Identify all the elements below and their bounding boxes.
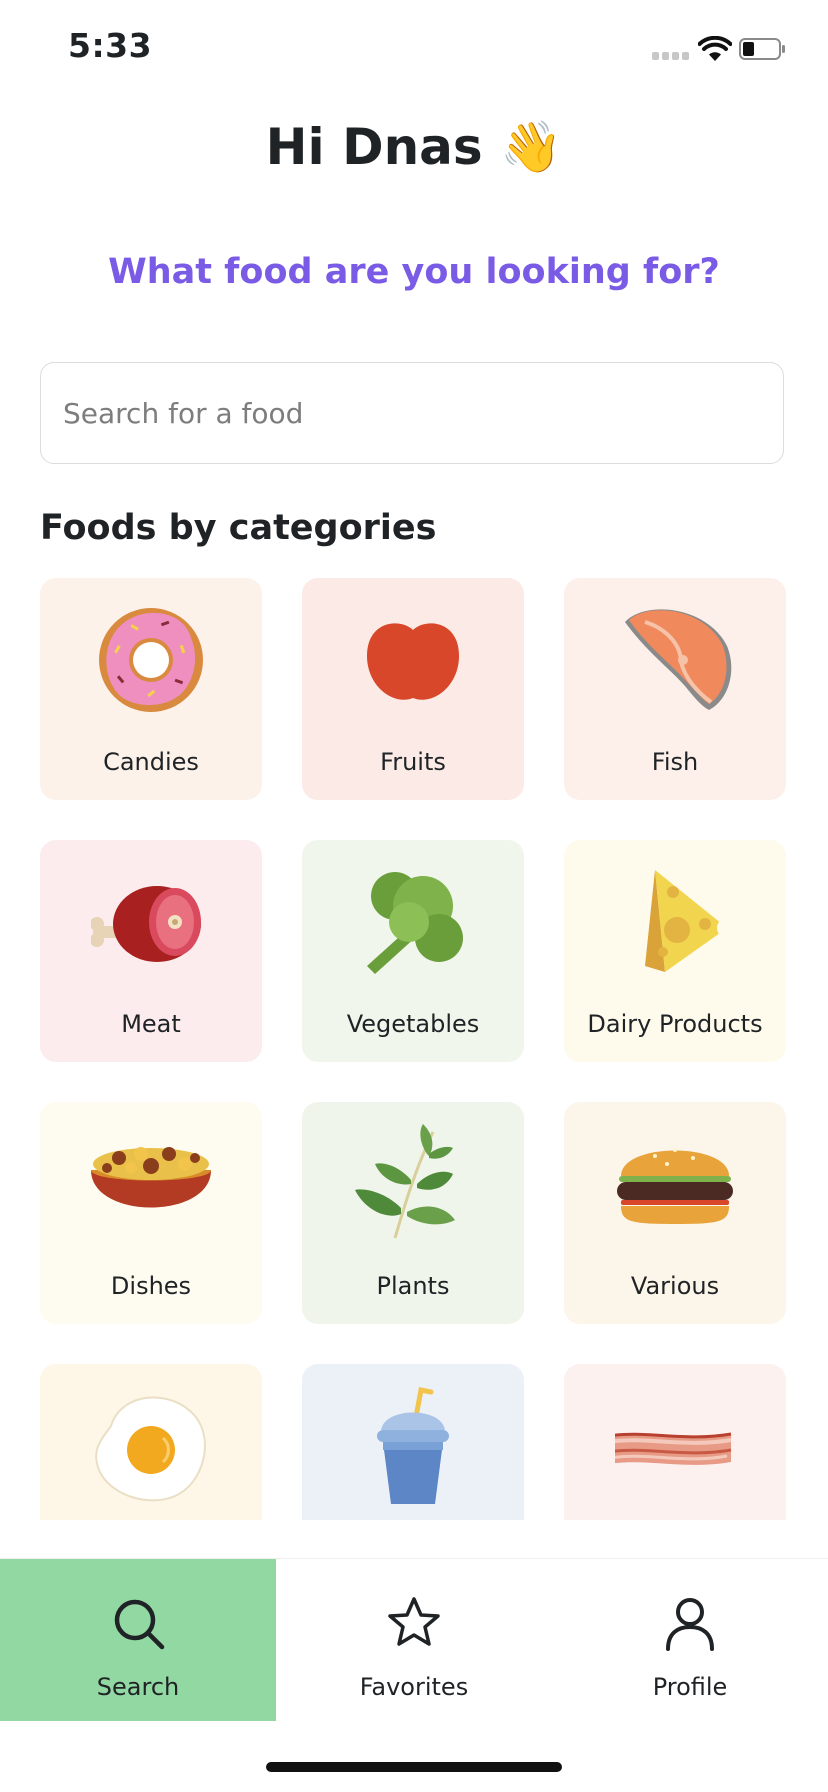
category-label: Meat — [121, 1010, 181, 1038]
tab-profile[interactable]: Profile — [552, 1559, 828, 1721]
status-time: 5:33 — [68, 26, 153, 65]
category-grid[interactable]: Candies Fruits Fish Meat Vegetables Dair… — [0, 578, 828, 1520]
status-bar: 5:33 — [0, 0, 828, 100]
category-card-eggs[interactable] — [40, 1364, 262, 1520]
category-card-vegetables[interactable]: Vegetables — [302, 840, 524, 1062]
category-label: Dairy Products — [587, 1010, 763, 1038]
user-icon — [666, 1598, 714, 1651]
category-label: Various — [630, 1272, 720, 1300]
bowl-dish-icon — [91, 1147, 211, 1208]
search-field[interactable] — [40, 362, 784, 464]
category-label: Dishes — [110, 1272, 192, 1300]
star-icon — [388, 1597, 440, 1646]
apple-icon — [367, 623, 459, 700]
search-prompt: What food are you looking for? — [108, 252, 720, 292]
category-card-plants[interactable]: Plants — [302, 1102, 524, 1324]
broccoli-icon — [367, 872, 463, 974]
category-card-fruits[interactable]: Fruits — [302, 578, 524, 800]
category-card-dairy-products[interactable]: Dairy Products — [564, 840, 786, 1062]
category-label: Candies — [103, 748, 199, 776]
fried-egg-icon — [95, 1396, 206, 1502]
salmon-steak-icon — [625, 609, 732, 710]
bottom-tab-bar: Search Favorites Profile — [0, 1558, 828, 1721]
category-card-fish[interactable]: Fish — [564, 578, 786, 800]
category-label: Vegetables — [346, 1010, 480, 1038]
tab-label: Profile — [652, 1673, 728, 1701]
burger-icon — [617, 1148, 733, 1224]
tab-favorites[interactable]: Favorites — [276, 1559, 552, 1721]
tab-search[interactable]: Search — [0, 1559, 276, 1721]
cellular-signal-icon — [652, 52, 690, 62]
tab-label: Favorites — [359, 1673, 469, 1701]
greeting-title: Hi Dnas 👋 — [265, 118, 563, 176]
category-label: Fruits — [380, 748, 446, 776]
category-card-bacon[interactable] — [564, 1364, 786, 1520]
home-indicator[interactable] — [266, 1762, 562, 1772]
category-label: Fish — [651, 748, 699, 776]
wifi-icon — [698, 36, 732, 61]
donut-icon — [99, 608, 203, 712]
category-label: Plants — [376, 1272, 450, 1300]
category-card-candies[interactable]: Candies — [40, 578, 262, 800]
category-card-drinks[interactable] — [302, 1364, 524, 1520]
ham-leg-icon — [91, 886, 201, 962]
bacon-icon — [615, 1432, 732, 1465]
cheese-icon — [645, 870, 735, 972]
category-card-various[interactable]: Various — [564, 1102, 786, 1324]
search-input[interactable] — [41, 363, 783, 463]
drink-cup-icon — [377, 1387, 449, 1504]
search-icon — [114, 1599, 165, 1650]
category-card-dishes[interactable]: Dishes — [40, 1102, 262, 1324]
herb-sprig-icon — [355, 1124, 455, 1239]
category-card-meat[interactable]: Meat — [40, 840, 262, 1062]
section-title: Foods by categories — [40, 508, 437, 548]
battery-icon — [739, 38, 785, 60]
tab-label: Search — [96, 1673, 180, 1701]
